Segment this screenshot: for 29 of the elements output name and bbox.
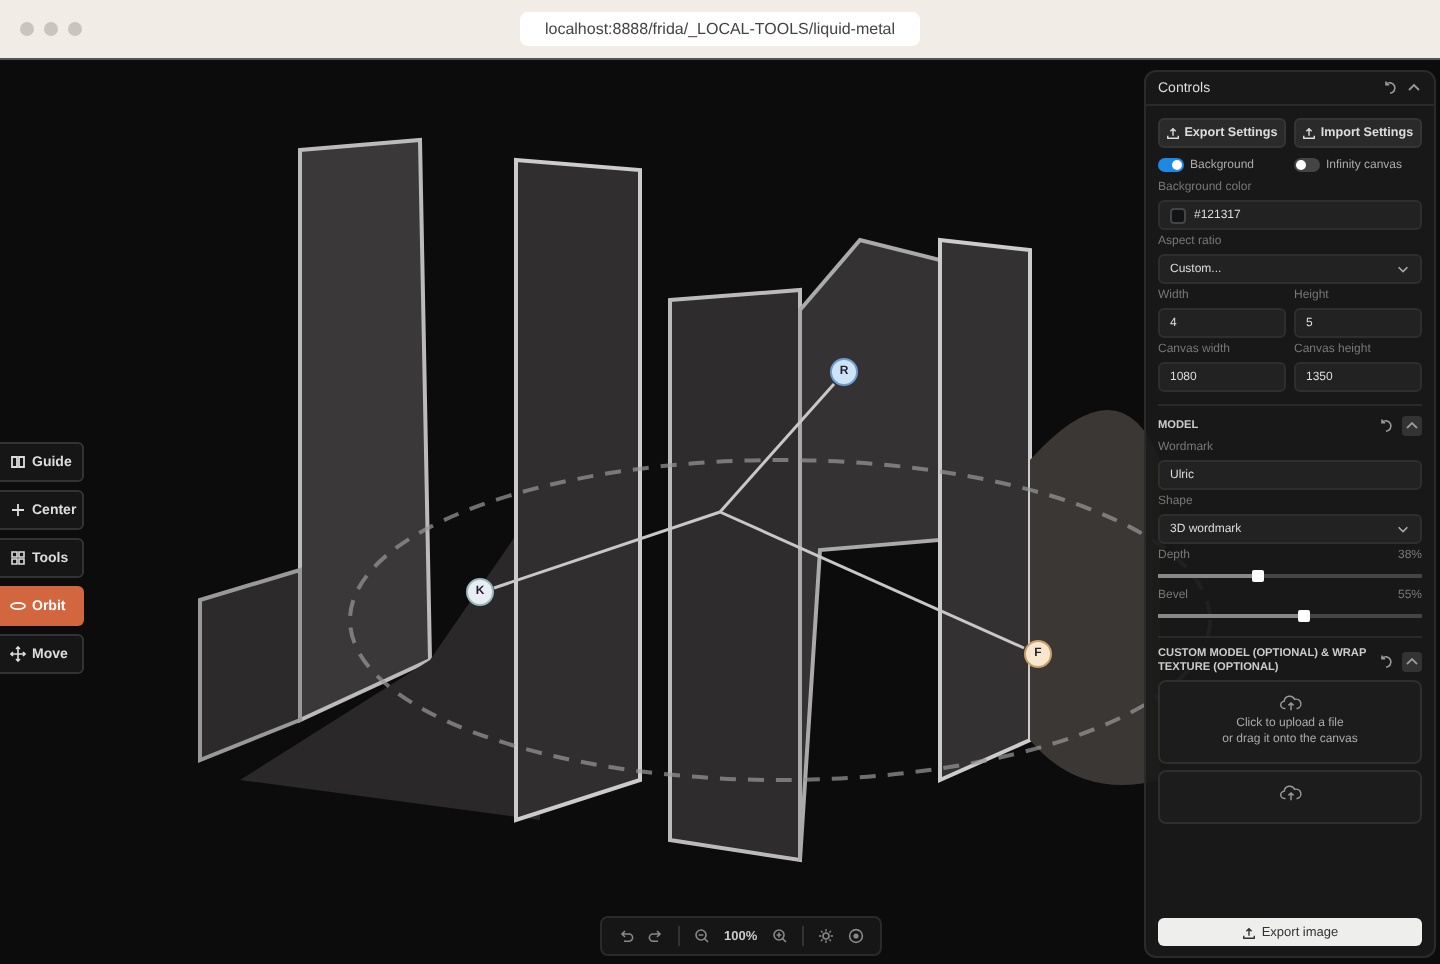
chevron-up-icon[interactable] xyxy=(1402,416,1422,436)
grid-icon xyxy=(10,550,26,566)
cloud-upload-icon xyxy=(1279,694,1301,713)
reset-icon[interactable] xyxy=(1378,653,1394,670)
sun-icon[interactable] xyxy=(817,928,834,944)
address-bar[interactable]: localhost:8888/frida/_LOCAL-TOOLS/liquid-metal xyxy=(520,12,920,46)
redo-icon[interactable] xyxy=(648,928,664,944)
slider-thumb[interactable] xyxy=(1252,570,1265,582)
chevron-down-icon xyxy=(1396,522,1410,536)
zoom-in-icon[interactable] xyxy=(771,928,788,944)
target-icon[interactable] xyxy=(847,928,864,944)
orbit-icon xyxy=(10,598,26,614)
reset-icon[interactable] xyxy=(1378,418,1394,434)
upload-icon xyxy=(1166,126,1181,140)
reset-icon[interactable] xyxy=(1382,80,1398,96)
upload-icon xyxy=(1241,925,1256,939)
upload-icon xyxy=(1302,126,1317,140)
move-icon xyxy=(10,646,26,662)
chevron-up-icon[interactable] xyxy=(1402,651,1422,672)
book-icon xyxy=(10,454,26,470)
undo-icon[interactable] xyxy=(618,928,634,944)
toggle-switch[interactable] xyxy=(1158,158,1184,172)
cloud-upload-icon xyxy=(1279,784,1301,802)
slider-thumb[interactable] xyxy=(1297,610,1310,622)
toggle-switch[interactable] xyxy=(1294,158,1320,172)
chevron-down-icon xyxy=(1396,262,1410,276)
zoom-out-icon[interactable] xyxy=(694,928,710,944)
plus-icon xyxy=(10,502,26,518)
chevron-up-icon[interactable] xyxy=(1406,80,1422,96)
